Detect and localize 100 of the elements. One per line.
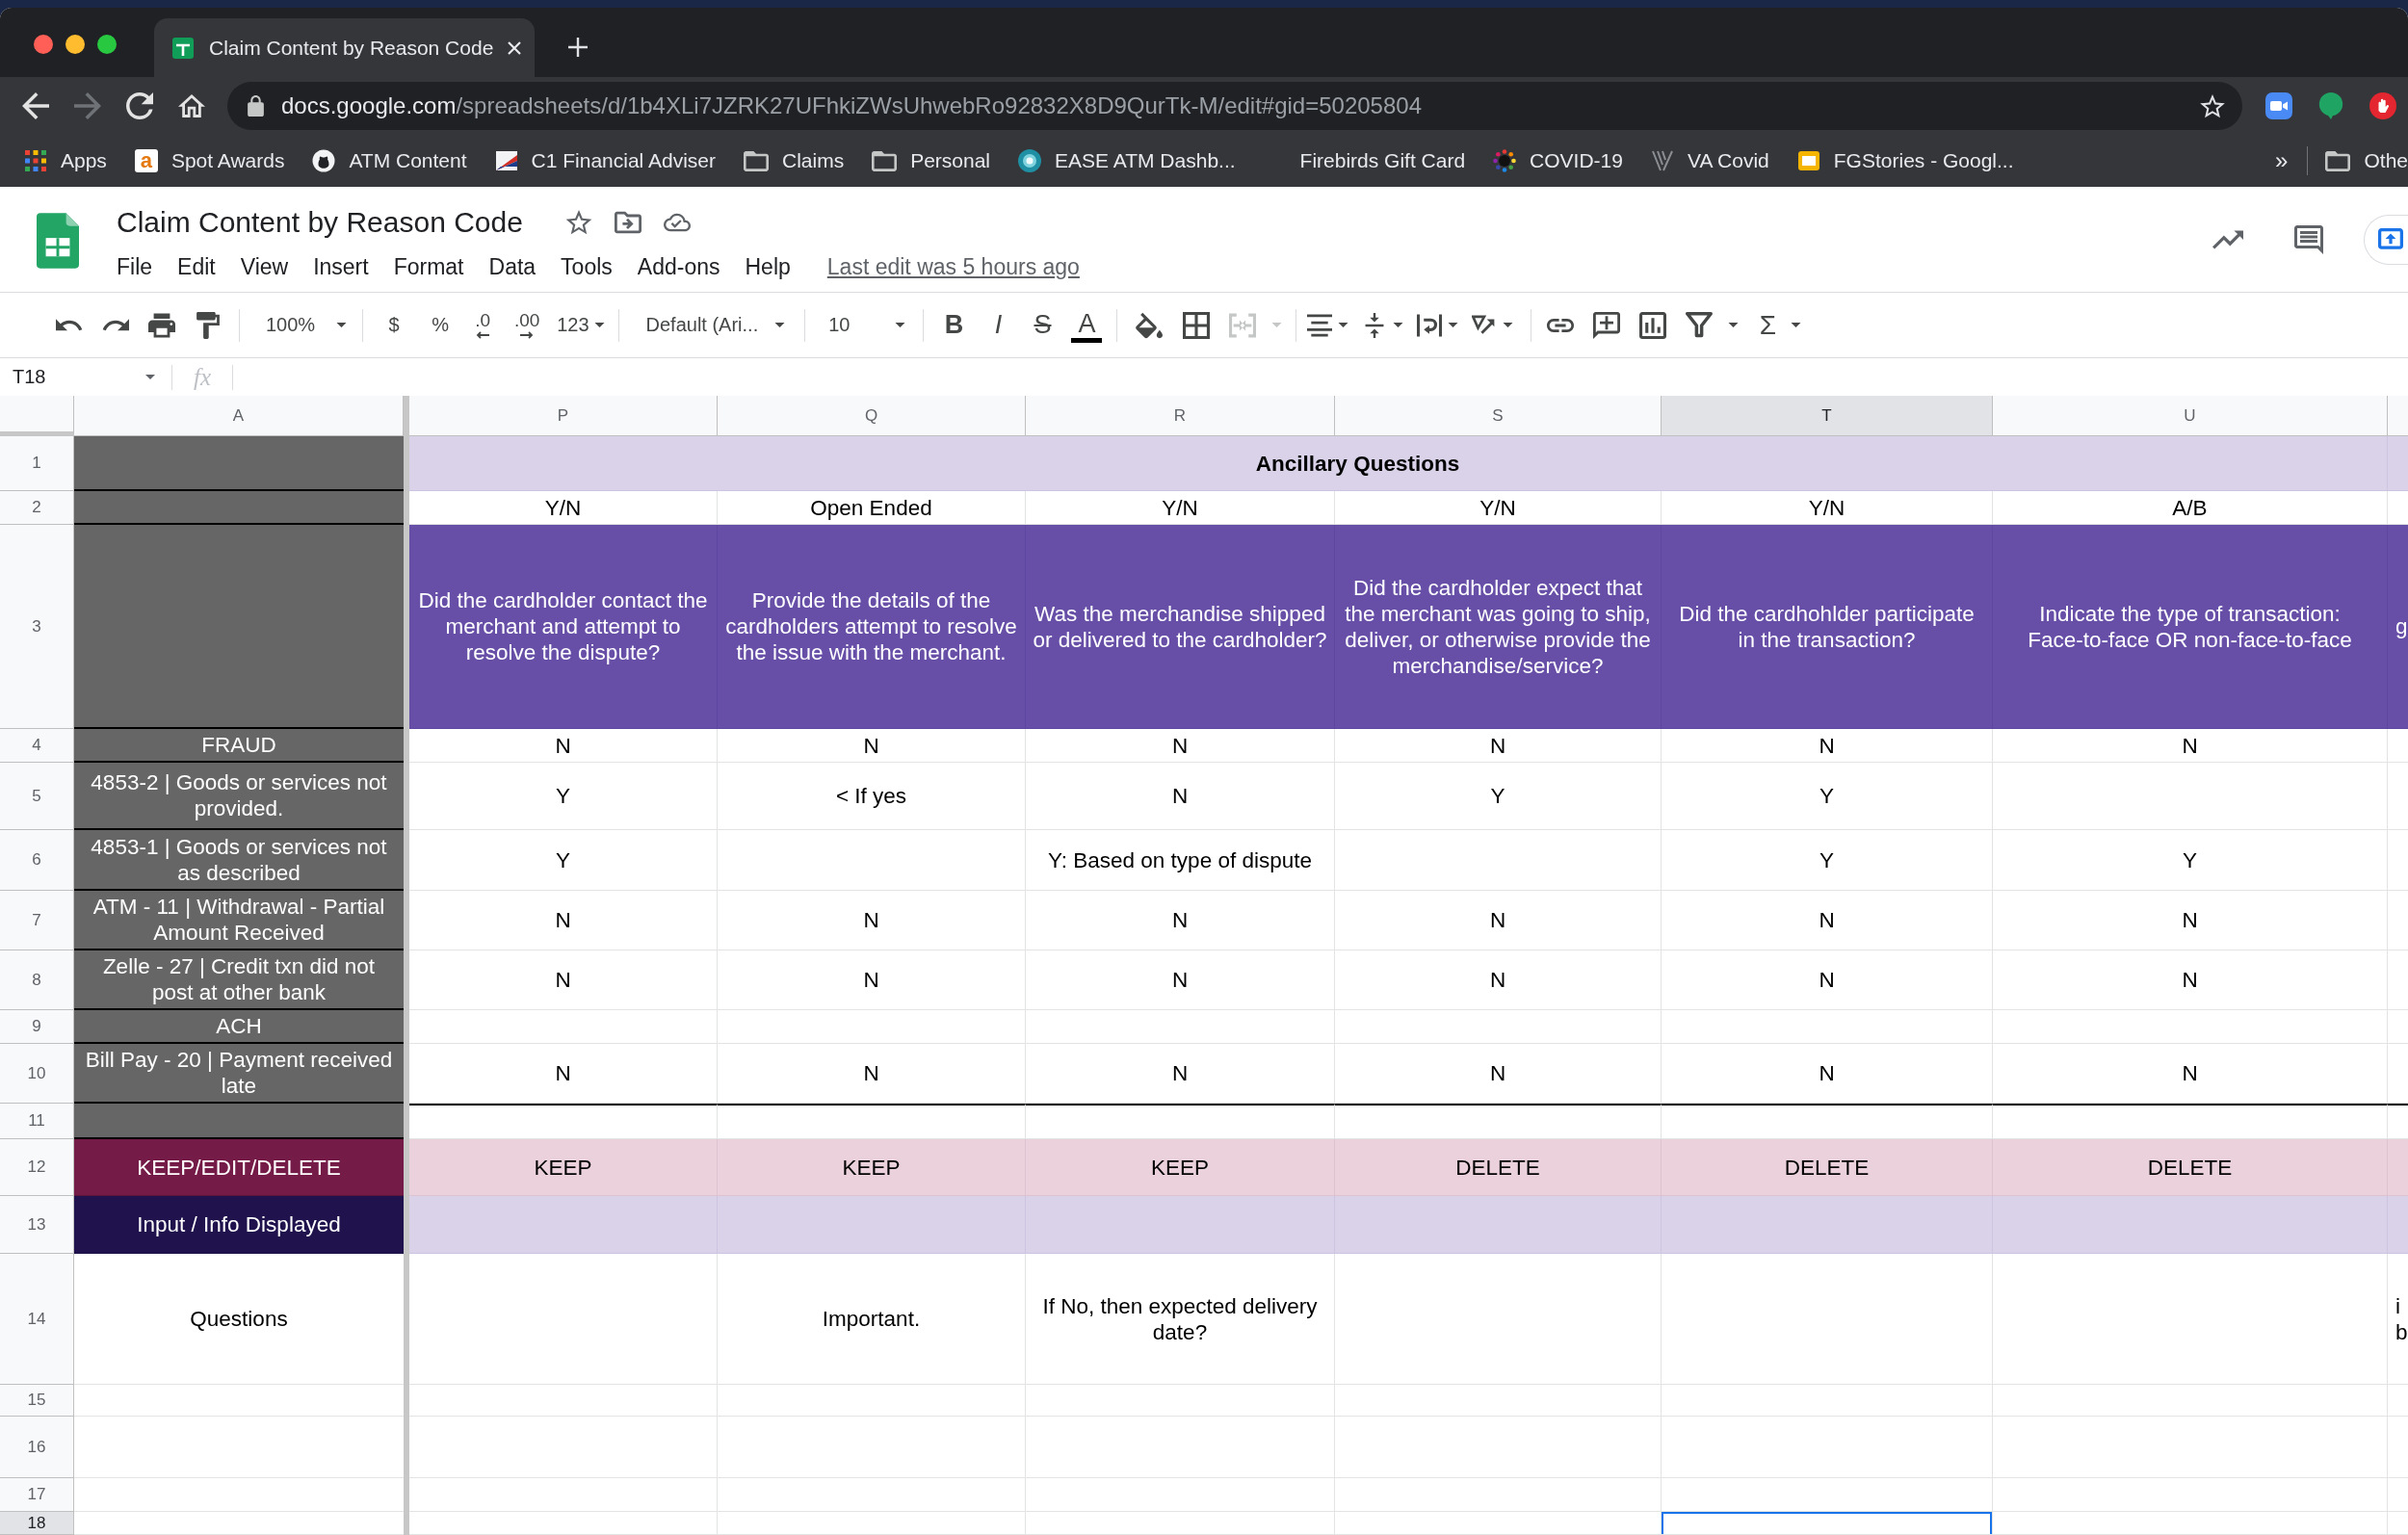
text-color-button[interactable]: A: [1071, 307, 1103, 343]
star-icon[interactable]: [2200, 93, 2225, 118]
plus-icon[interactable]: [567, 37, 589, 58]
column-header[interactable]: P: [409, 396, 718, 436]
column-header[interactable]: Q: [718, 396, 1026, 436]
menu-item[interactable]: Data: [488, 253, 537, 280]
paint-roller-icon[interactable]: [195, 311, 222, 339]
column-header[interactable]: S: [1335, 396, 1662, 436]
wrap-text-icon[interactable]: [1417, 312, 1443, 338]
menu-item[interactable]: View: [240, 253, 289, 280]
bookmark[interactable]: FGStories - Googl...: [1796, 142, 2014, 180]
trend-line-icon[interactable]: [2212, 229, 2243, 249]
last-edit-link[interactable]: Last edit was 5 hours ago: [826, 253, 1080, 280]
bookmark[interactable]: Apps: [24, 142, 107, 180]
hand-icon[interactable]: [2369, 92, 2396, 119]
bookmark[interactable]: EASE ATM Dashb...: [1018, 142, 1236, 180]
menu-item[interactable]: Help: [745, 253, 791, 280]
browser-tab[interactable]: Claim Content by Reason Code: [154, 18, 535, 77]
row-header[interactable]: 5: [0, 763, 74, 830]
bar-chart-icon[interactable]: [1639, 311, 1667, 339]
bookmark[interactable]: Personal: [872, 142, 991, 180]
row-header[interactable]: 9: [0, 1010, 74, 1044]
menu-item[interactable]: Format: [393, 253, 464, 280]
strikethrough-button[interactable]: S: [1020, 305, 1065, 345]
menu-item[interactable]: Edit: [177, 253, 216, 280]
row-header[interactable]: 6: [0, 830, 74, 891]
caret-icon[interactable]: [1448, 323, 1459, 327]
decrease-decimals-button[interactable]: .0: [463, 305, 503, 345]
arrow-left-icon[interactable]: [22, 92, 49, 119]
percent-button[interactable]: %: [417, 305, 464, 345]
bookmark[interactable]: a Spot Awards: [134, 142, 285, 180]
filter-icon[interactable]: [1686, 311, 1714, 339]
bookmark[interactable]: C1 Financial Adviser: [494, 142, 716, 180]
row-header[interactable]: 8: [0, 950, 74, 1010]
number-format-dropdown[interactable]: 123: [552, 305, 611, 345]
menu-item[interactable]: Add-ons: [637, 253, 720, 280]
borders-icon[interactable]: [1183, 311, 1211, 339]
text-align-icon[interactable]: [1307, 312, 1333, 338]
row-header[interactable]: 12: [0, 1139, 74, 1196]
minimize-window-icon[interactable]: [65, 35, 85, 54]
italic-button[interactable]: I: [976, 305, 1021, 345]
house-icon[interactable]: [178, 92, 205, 119]
menu-item[interactable]: Insert: [313, 253, 369, 280]
printer-icon[interactable]: [148, 311, 175, 339]
bookmark[interactable]: Othe: [2325, 142, 2408, 180]
close-icon[interactable]: [507, 39, 522, 56]
spreadsheet-icon[interactable]: [37, 213, 79, 269]
caret-icon[interactable]: [1338, 323, 1349, 327]
folder-arrow-icon[interactable]: [614, 210, 641, 235]
currency-button[interactable]: $: [371, 305, 418, 345]
bookmark[interactable]: VA Covid: [1650, 142, 1769, 180]
row-header[interactable]: 16: [0, 1417, 74, 1478]
chat-bubble-icon[interactable]: [2317, 92, 2344, 119]
font-size-dropdown[interactable]: 10: [813, 305, 916, 345]
address-bar[interactable]: docs.google.com/spreadsheets/d/1b4XLi7JZRK27UFhkiZWsUhwebRo92832X8D9QurTk-M/edit#gid=50205804: [227, 82, 2242, 130]
selected-cell[interactable]: [1662, 1512, 1993, 1535]
row-header[interactable]: 10: [0, 1044, 74, 1104]
column-header[interactable]: R: [1026, 396, 1335, 436]
row-header[interactable]: 11: [0, 1104, 74, 1139]
menu-item[interactable]: File: [117, 253, 153, 280]
star-icon[interactable]: [564, 210, 592, 235]
row-header[interactable]: 18: [0, 1512, 74, 1535]
column-header[interactable]: U: [1993, 396, 2388, 436]
caret-icon[interactable]: [1503, 323, 1514, 327]
comment-icon[interactable]: [2294, 224, 2323, 254]
row-header[interactable]: 3: [0, 525, 74, 729]
font-dropdown[interactable]: Default (Ari...: [626, 305, 798, 345]
row-header[interactable]: 1: [0, 436, 74, 491]
bookmark[interactable]: Firebirds Gift Card: [1263, 142, 1466, 180]
increase-decimals-button[interactable]: .00: [502, 305, 553, 345]
circular-arrow-icon[interactable]: [126, 92, 153, 119]
menu-item[interactable]: Tools: [561, 253, 613, 280]
zoom-dropdown[interactable]: 100%: [248, 305, 355, 345]
bookmark[interactable]: ATM Content: [312, 142, 467, 180]
more-bookmarks-button[interactable]: »: [2275, 147, 2289, 174]
caret-icon[interactable]: [1393, 323, 1404, 327]
row-header[interactable]: 7: [0, 891, 74, 950]
document-title[interactable]: Claim Content by Reason Code: [117, 206, 523, 239]
close-window-icon[interactable]: [34, 35, 53, 54]
row-header[interactable]: 15: [0, 1385, 74, 1417]
caret-icon: [593, 323, 605, 327]
row-header[interactable]: 4: [0, 729, 74, 763]
functions-button[interactable]: Σ: [1744, 305, 1792, 345]
row-header[interactable]: 14: [0, 1254, 74, 1385]
column-header[interactable]: T: [1662, 396, 1993, 436]
video-camera-icon[interactable]: [2265, 92, 2292, 119]
bookmark[interactable]: COVID-19: [1493, 142, 1623, 180]
bold-button[interactable]: B: [931, 305, 977, 345]
row-header[interactable]: 13: [0, 1196, 74, 1254]
paint-bucket-icon[interactable]: [1136, 311, 1164, 339]
row-header[interactable]: 17: [0, 1478, 74, 1512]
row-header[interactable]: 2: [0, 491, 74, 525]
favicon-tile: a: [134, 149, 158, 172]
zoom-window-icon[interactable]: [97, 35, 117, 54]
caret-icon[interactable]: [1728, 323, 1740, 327]
caret-icon[interactable]: [1791, 323, 1802, 327]
name-box[interactable]: T18: [0, 359, 164, 395]
column-header[interactable]: A: [74, 396, 404, 436]
add-comment-icon[interactable]: [1593, 311, 1621, 339]
bookmark[interactable]: Claims: [744, 142, 845, 180]
